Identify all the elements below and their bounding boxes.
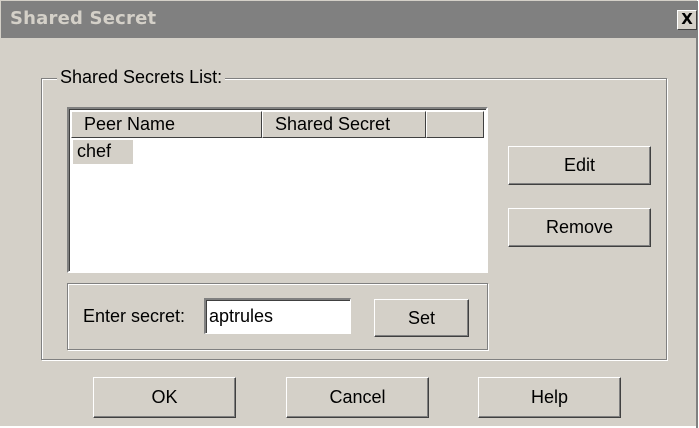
window-right-edge bbox=[696, 38, 698, 428]
column-header-peer-name[interactable]: Peer Name bbox=[71, 111, 262, 138]
secret-input[interactable] bbox=[204, 298, 351, 334]
set-button[interactable]: Set bbox=[374, 299, 469, 337]
column-header-shared-secret[interactable]: Shared Secret bbox=[262, 111, 426, 138]
close-button[interactable]: X bbox=[677, 10, 697, 30]
shared-secrets-list[interactable]: Peer Name Shared Secret chef bbox=[67, 107, 488, 273]
shared-secret-dialog: Shared Secret X Shared Secrets List: Pee… bbox=[0, 0, 698, 428]
list-item[interactable]: chef bbox=[73, 140, 133, 164]
help-button[interactable]: Help bbox=[478, 377, 621, 418]
edit-button[interactable]: Edit bbox=[508, 146, 651, 185]
close-icon: X bbox=[681, 10, 693, 28]
column-header-empty[interactable] bbox=[426, 111, 484, 138]
window-title: Shared Secret bbox=[10, 8, 157, 29]
shared-secrets-group-label: Shared Secrets List: bbox=[57, 67, 226, 88]
list-item-peer-name: chef bbox=[77, 141, 112, 161]
remove-button[interactable]: Remove bbox=[508, 208, 651, 247]
ok-button[interactable]: OK bbox=[93, 377, 236, 418]
enter-secret-label: Enter secret: bbox=[83, 306, 186, 326]
title-bar[interactable]: Shared Secret X bbox=[1, 1, 698, 38]
cancel-button[interactable]: Cancel bbox=[286, 377, 429, 418]
